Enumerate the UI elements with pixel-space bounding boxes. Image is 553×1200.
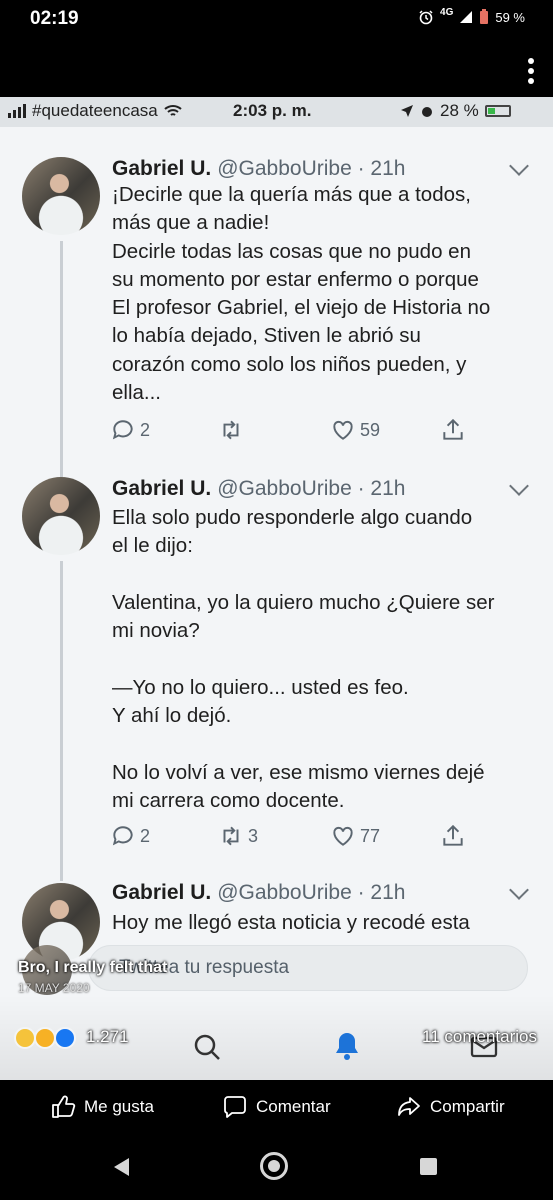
kebab-icon[interactable]: [523, 58, 539, 88]
reply-count: 2: [140, 419, 151, 440]
battery-icon: [484, 105, 511, 117]
retweet-icon: [223, 826, 239, 846]
like-count: 77: [360, 825, 381, 846]
author-handle: @GabboUribe · 21h: [217, 157, 406, 180]
reaction-count[interactable]: 1.271: [86, 1027, 129, 1047]
avatar[interactable]: [22, 477, 100, 555]
reply-button[interactable]: 2: [110, 823, 150, 849]
tweet[interactable]: Gabriel U. @GabboUribe · 21h Ella solo pu…: [0, 461, 553, 881]
overlay-caption: Bro, I really felt that: [18, 959, 168, 976]
wifi-icon: [164, 105, 182, 116]
screenshot-status-bar: #quedateencasa 2:03 p. m. 28 %: [0, 97, 553, 127]
share-icon: [443, 824, 463, 846]
system-nav-bar: [0, 1136, 553, 1200]
tweet-actions: 2 3 77: [110, 823, 470, 853]
tweet-actions: 2 59: [110, 417, 470, 447]
signal-bars-icon: [8, 104, 26, 118]
tweet-text: Ella solo pudo responderle algo cuando e…: [112, 506, 495, 812]
fb-share-icon: [398, 1097, 420, 1116]
share-label: Compartir: [430, 1097, 505, 1116]
tweet-header: Gabriel U. @GabboUribe · 21h: [112, 881, 405, 905]
home-icon[interactable]: [260, 1152, 288, 1180]
device-status-bar: 02:19 4G 59 %: [0, 0, 553, 42]
battery-icon: [480, 9, 489, 24]
haha-reaction-icon[interactable]: [34, 1027, 56, 1049]
screenshot-battery-level: 28 %: [440, 101, 479, 120]
share-button[interactable]: [440, 823, 466, 849]
tweet-text: ¡Decirle que la quería más que a todos, …: [112, 183, 491, 405]
like-icon: [52, 1095, 76, 1118]
avatar[interactable]: [22, 157, 100, 235]
signal-icon: [460, 11, 473, 23]
retweet-button[interactable]: 3: [218, 823, 258, 849]
like-count: 59: [360, 419, 381, 440]
like-button[interactable]: Me gusta: [50, 1094, 154, 1120]
retweet-count: 3: [248, 825, 259, 846]
screenshot-status-icons: 28 %: [400, 101, 511, 121]
carrier-area: #quedateencasa: [8, 101, 182, 121]
thread-line: [60, 241, 63, 477]
tweet[interactable]: Gabriel U. @GabboUribe · 21h Hoy me llegó…: [0, 867, 553, 961]
search-icon[interactable]: [192, 1032, 222, 1062]
comment-icon: [224, 1096, 246, 1118]
like-button[interactable]: 77: [330, 823, 380, 849]
author-name[interactable]: Gabriel U.: [112, 157, 211, 180]
share-button[interactable]: [440, 417, 466, 443]
chevron-down-icon[interactable]: [509, 476, 529, 496]
share-button[interactable]: Compartir: [396, 1094, 505, 1120]
chevron-down-icon[interactable]: [509, 880, 529, 900]
shared-screenshot: #quedateencasa 2:03 p. m. 28 % Gabriel U…: [0, 97, 553, 1080]
bell-icon[interactable]: [332, 1030, 362, 1062]
reply-button[interactable]: 2: [110, 417, 150, 443]
heart-icon: [333, 826, 353, 846]
tweet-header: Gabriel U. @GabboUribe · 21h: [112, 157, 405, 181]
overlay-date: 17 MAY 2020: [18, 981, 90, 995]
author-handle: @GabboUribe · 21h: [217, 881, 406, 904]
device-status-icons: 4G 59 %: [418, 6, 525, 25]
reply-count: 2: [140, 825, 151, 846]
alarm-icon: [419, 10, 433, 25]
location-icon: [401, 105, 413, 117]
like-button[interactable]: 59: [330, 417, 380, 443]
share-icon: [443, 418, 463, 440]
chevron-down-icon[interactable]: [509, 156, 529, 176]
carrier-name: #quedateencasa: [32, 101, 158, 120]
retweet-icon: [223, 420, 239, 440]
thread-line: [60, 561, 63, 881]
alarm-icon: [422, 107, 432, 117]
heart-icon: [333, 420, 353, 440]
author-handle: @GabboUribe · 21h: [217, 477, 406, 500]
sad-reaction-icon[interactable]: [14, 1027, 36, 1049]
recent-apps-icon[interactable]: [420, 1158, 437, 1175]
retweet-button[interactable]: [218, 417, 248, 443]
like-reaction-icon[interactable]: [54, 1027, 76, 1049]
screenshot-time: 2:03 p. m.: [233, 101, 312, 120]
comment-count[interactable]: 11 comentarios: [422, 1027, 537, 1047]
comment-button[interactable]: Comentar: [222, 1094, 331, 1120]
post-action-bar: Me gusta Comentar Compartir: [0, 1080, 553, 1136]
back-icon[interactable]: [114, 1158, 129, 1176]
like-label: Me gusta: [84, 1097, 154, 1116]
tweet-header: Gabriel U. @GabboUribe · 21h: [112, 477, 405, 501]
tweet[interactable]: Gabriel U. @GabboUribe · 21h ¡Decirle que…: [0, 141, 553, 477]
device-time: 02:19: [30, 8, 79, 29]
author-name[interactable]: Gabriel U.: [112, 881, 211, 904]
author-name[interactable]: Gabriel U.: [112, 477, 211, 500]
reply-icon: [112, 826, 133, 846]
network-type: 4G: [440, 6, 454, 18]
comment-label: Comentar: [256, 1097, 331, 1116]
device-battery-level: 59 %: [495, 9, 525, 25]
tweet-text: Hoy me llegó esta noticia y recodé esta: [112, 911, 470, 934]
reply-icon: [112, 420, 133, 440]
